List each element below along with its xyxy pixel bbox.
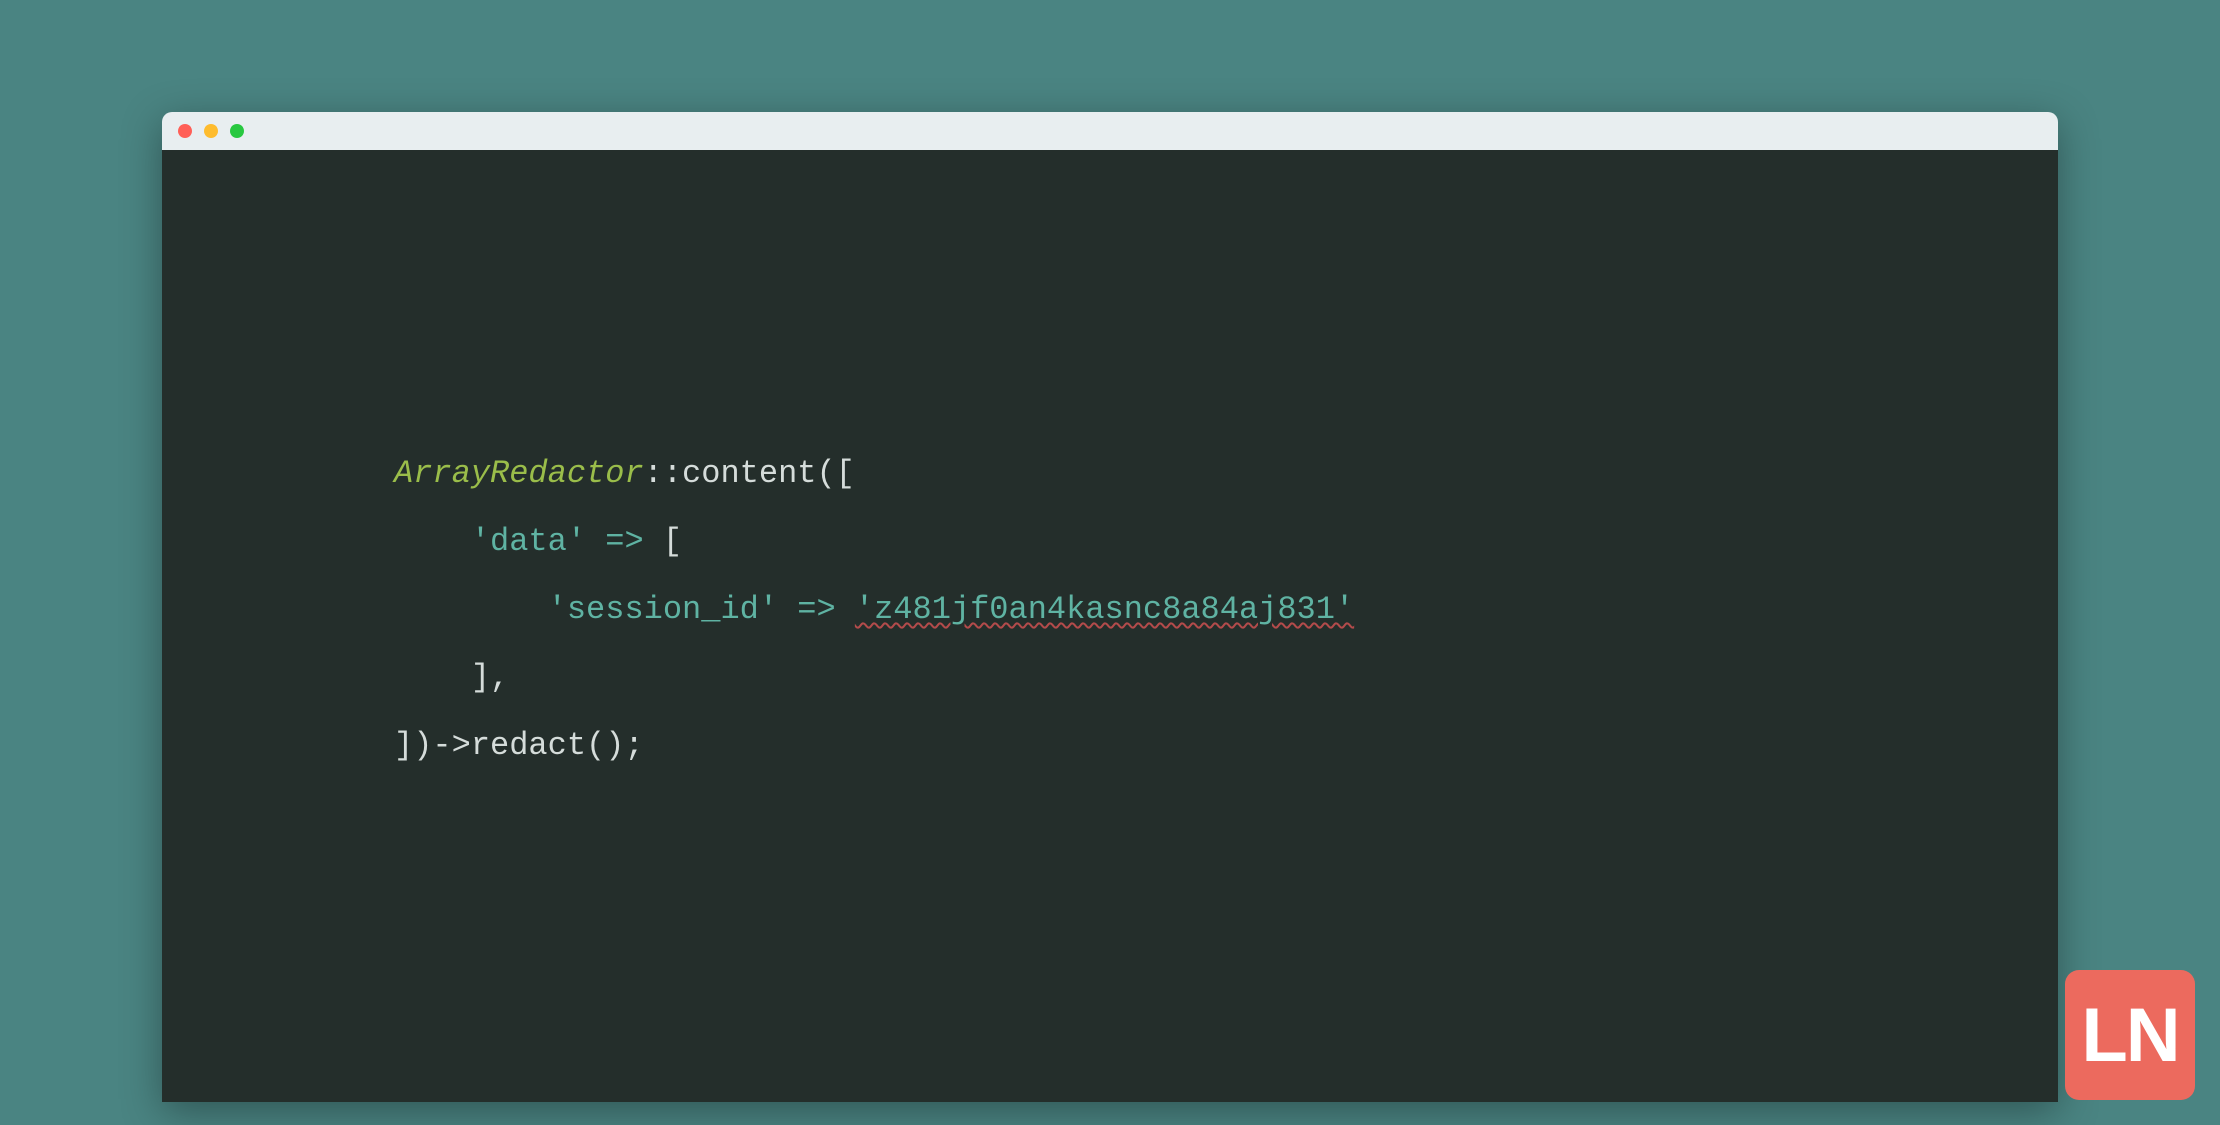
window-titlebar	[162, 112, 2058, 150]
token-arrow: =>	[586, 523, 663, 560]
token-open-bracket: ([	[816, 455, 854, 492]
token-indent	[394, 523, 471, 560]
minimize-icon[interactable]	[204, 124, 218, 138]
token-method: redact	[471, 727, 586, 764]
code-editor: ArrayRedactor::content([ 'data' => [ 'se…	[162, 150, 2058, 1102]
token-string-value-squiggle: 'z481jf0an4kasnc8a84aj831'	[855, 591, 1354, 628]
token-indent	[394, 659, 471, 696]
token-string-key: 'session_id'	[548, 591, 778, 628]
token-open-bracket: [	[663, 523, 682, 560]
token-string-key: 'data'	[471, 523, 586, 560]
logo-badge: LN	[2065, 970, 2195, 1100]
close-icon[interactable]	[178, 124, 192, 138]
logo-text: LN	[2081, 992, 2178, 1079]
maximize-icon[interactable]	[230, 124, 244, 138]
token-class: ArrayRedactor	[394, 455, 644, 492]
token-method: content	[682, 455, 816, 492]
code-block: ArrayRedactor::content([ 'data' => [ 'se…	[394, 440, 1354, 780]
token-close-bracket: ],	[471, 659, 509, 696]
editor-window: ArrayRedactor::content([ 'data' => [ 'se…	[162, 112, 2058, 1102]
token-indent	[394, 591, 548, 628]
token-scope: ::	[644, 455, 682, 492]
token-call-tail: ();	[586, 727, 644, 764]
token-arrow: =>	[778, 591, 855, 628]
token-close-chain: ])->	[394, 727, 471, 764]
